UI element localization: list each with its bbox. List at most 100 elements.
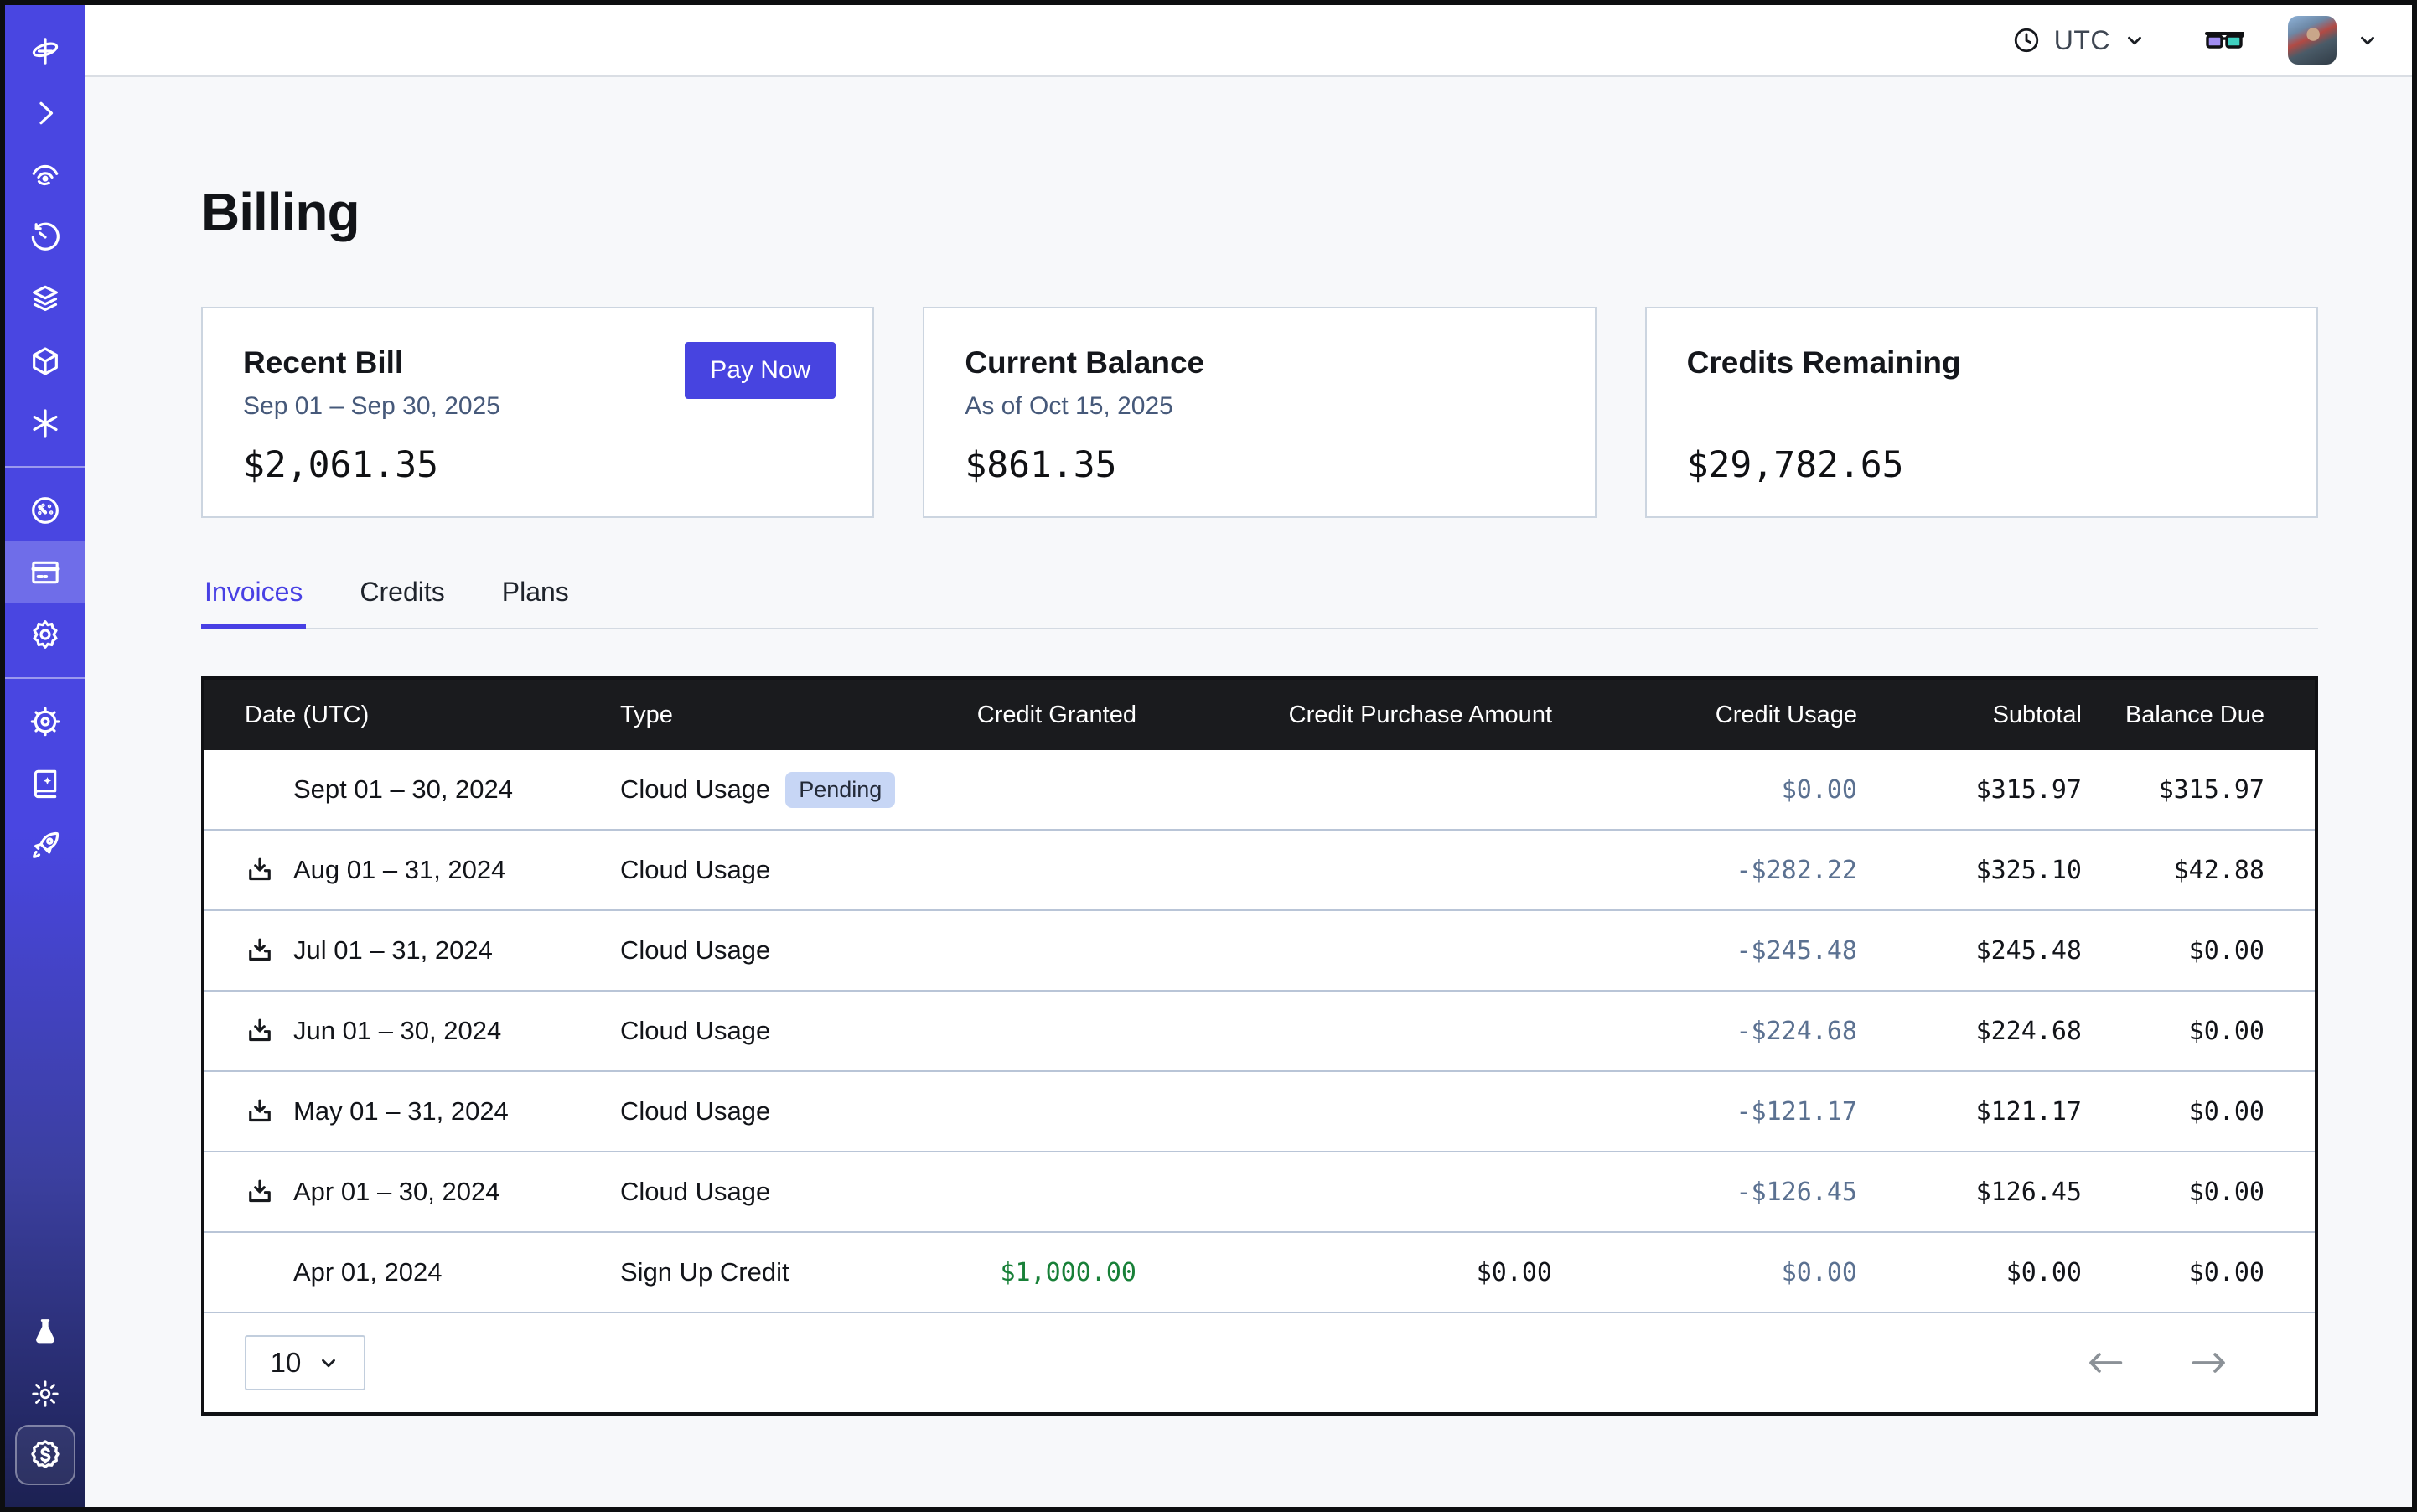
- main-column: UTC Billing Recent Bill Sep 01 – Sep 30,…: [85, 5, 2412, 1507]
- billing-card-icon[interactable]: [5, 541, 85, 603]
- invoice-type: Cloud Usage: [620, 855, 770, 885]
- credit-purchase-value: $0.00: [1136, 1258, 1552, 1287]
- pay-now-button[interactable]: Pay Now: [685, 342, 836, 399]
- invoice-type: Cloud Usage: [620, 1177, 770, 1207]
- invoice-date: Jun 01 – 30, 2024: [293, 1016, 501, 1046]
- credit-usage-value: $0.00: [1552, 1258, 1857, 1287]
- credits-remaining-card: Credits Remaining $29,782.65: [1645, 307, 2318, 518]
- balance-due-value: $0.00: [2082, 1017, 2264, 1046]
- table-row: Apr 01 – 30, 2024 Cloud Usage -$126.45 $…: [204, 1152, 2315, 1233]
- balance-due-value: $0.00: [2082, 936, 2264, 966]
- table-row: Sept 01 – 30, 2024 Cloud Usage Pending $…: [204, 750, 2315, 831]
- recent-bill-card: Recent Bill Sep 01 – Sep 30, 2025 $2,061…: [201, 307, 874, 518]
- tab-plans[interactable]: Plans: [499, 577, 572, 629]
- card-subtitle: [1687, 392, 2276, 422]
- chevron-down-icon: [2124, 29, 2145, 51]
- invoice-date-cell: Sept 01 – 30, 2024: [245, 774, 620, 805]
- card-title: Credits Remaining: [1687, 345, 2276, 381]
- page-title: Billing: [201, 181, 2318, 243]
- dollar-coin-icon[interactable]: [15, 1425, 75, 1485]
- column-header-date: Date (UTC): [245, 702, 620, 729]
- summary-cards: Recent Bill Sep 01 – Sep 30, 2025 $2,061…: [201, 307, 2318, 518]
- download-icon[interactable]: [245, 935, 275, 966]
- chevron-down-icon: [318, 1352, 339, 1374]
- invoice-type-cell: Cloud Usage: [620, 1096, 922, 1126]
- pagination-arrows: [2085, 1349, 2229, 1377]
- download-icon[interactable]: [245, 855, 275, 885]
- credit-usage-value: $0.00: [1552, 775, 1857, 805]
- tab-credits[interactable]: Credits: [356, 577, 448, 629]
- invoice-date-cell: Apr 01 – 30, 2024: [245, 1177, 620, 1207]
- download-slot: [245, 1016, 293, 1046]
- invoice-date: Apr 01 – 30, 2024: [293, 1177, 499, 1207]
- table-row: May 01 – 31, 2024 Cloud Usage -$121.17 $…: [204, 1072, 2315, 1152]
- download-slot: [245, 774, 293, 805]
- invoice-type-cell: Sign Up Credit: [620, 1257, 922, 1287]
- table-body: Sept 01 – 30, 2024 Cloud Usage Pending $…: [204, 750, 2315, 1313]
- card-subtitle: As of Oct 15, 2025: [965, 392, 1554, 422]
- invoice-type-cell: Cloud Usage: [620, 935, 922, 966]
- balance-due-value: $315.97: [2082, 775, 2264, 805]
- credit-usage-value: -$224.68: [1552, 1017, 1857, 1046]
- chevron-down-icon[interactable]: [2357, 29, 2378, 51]
- observe-icon[interactable]: [5, 144, 85, 206]
- column-header-credit-purchase-amount: Credit Purchase Amount: [1136, 702, 1552, 729]
- subtotal-value: $315.97: [1857, 775, 2082, 805]
- status-badge: Pending: [785, 772, 895, 808]
- invoice-date: Aug 01 – 31, 2024: [293, 855, 505, 885]
- invoice-type: Sign Up Credit: [620, 1257, 789, 1287]
- subtotal-value: $0.00: [1857, 1258, 2082, 1287]
- card-amount: $2,061.35: [243, 444, 832, 486]
- download-icon[interactable]: [245, 1177, 275, 1207]
- invoice-type-cell: Cloud Usage: [620, 1016, 922, 1046]
- book-sparkle-icon[interactable]: [5, 753, 85, 815]
- rocket-icon[interactable]: [5, 815, 85, 877]
- sun-icon[interactable]: [5, 1363, 85, 1425]
- invoice-date-cell: May 01 – 31, 2024: [245, 1096, 620, 1126]
- timezone-switcher[interactable]: UTC: [2012, 25, 2145, 56]
- invoice-type-cell: Cloud Usage Pending: [620, 772, 922, 808]
- invoices-table: Date (UTC) Type Credit Granted Credit Pu…: [201, 676, 2318, 1416]
- subtotal-value: $245.48: [1857, 936, 2082, 966]
- user-avatar[interactable]: [2288, 16, 2337, 65]
- gauge-icon[interactable]: [5, 479, 85, 541]
- chevron-right-icon[interactable]: [5, 82, 85, 144]
- card-amount: $29,782.65: [1687, 444, 2276, 486]
- layers-icon[interactable]: [5, 268, 85, 330]
- logo-orbit-icon[interactable]: [5, 20, 85, 82]
- download-icon[interactable]: [245, 1096, 275, 1126]
- invoice-date-cell: Jul 01 – 31, 2024: [245, 935, 620, 966]
- timezone-label: UTC: [2054, 25, 2110, 56]
- page-size-value: 10: [271, 1347, 302, 1379]
- download-slot: [245, 1177, 293, 1207]
- balance-due-value: $42.88: [2082, 856, 2264, 885]
- 3d-glasses-icon[interactable]: [2204, 28, 2244, 53]
- invoice-date-cell: Aug 01 – 31, 2024: [245, 855, 620, 885]
- credit-granted-value: $1,000.00: [922, 1258, 1136, 1287]
- download-icon[interactable]: [245, 1016, 275, 1046]
- column-header-type: Type: [620, 702, 922, 729]
- column-header-credit-usage: Credit Usage: [1552, 702, 1857, 729]
- column-header-credit-granted: Credit Granted: [922, 702, 1136, 729]
- next-page-arrow-icon[interactable]: [2189, 1349, 2229, 1377]
- balance-due-value: $0.00: [2082, 1097, 2264, 1126]
- card-title: Current Balance: [965, 345, 1554, 381]
- column-header-balance-due: Balance Due: [2082, 702, 2264, 729]
- table-row: Apr 01, 2024 Sign Up Credit $1,000.00 $0…: [204, 1233, 2315, 1313]
- invoice-type-cell: Cloud Usage: [620, 1177, 922, 1207]
- invoice-date: Sept 01 – 30, 2024: [293, 774, 513, 805]
- history-icon[interactable]: [5, 206, 85, 268]
- page-size-select[interactable]: 10: [245, 1335, 365, 1390]
- tab-invoices[interactable]: Invoices: [201, 577, 306, 629]
- asterisk-icon[interactable]: [5, 392, 85, 454]
- invoice-type: Cloud Usage: [620, 935, 770, 966]
- previous-page-arrow-icon[interactable]: [2085, 1349, 2125, 1377]
- flask-icon[interactable]: [5, 1301, 85, 1363]
- helm-icon[interactable]: [5, 691, 85, 753]
- cube-icon[interactable]: [5, 330, 85, 392]
- subtotal-value: $121.17: [1857, 1097, 2082, 1126]
- credit-usage-value: -$282.22: [1552, 856, 1857, 885]
- gear-icon[interactable]: [5, 603, 85, 665]
- sidebar: [5, 5, 85, 1507]
- invoice-date: Jul 01 – 31, 2024: [293, 935, 493, 966]
